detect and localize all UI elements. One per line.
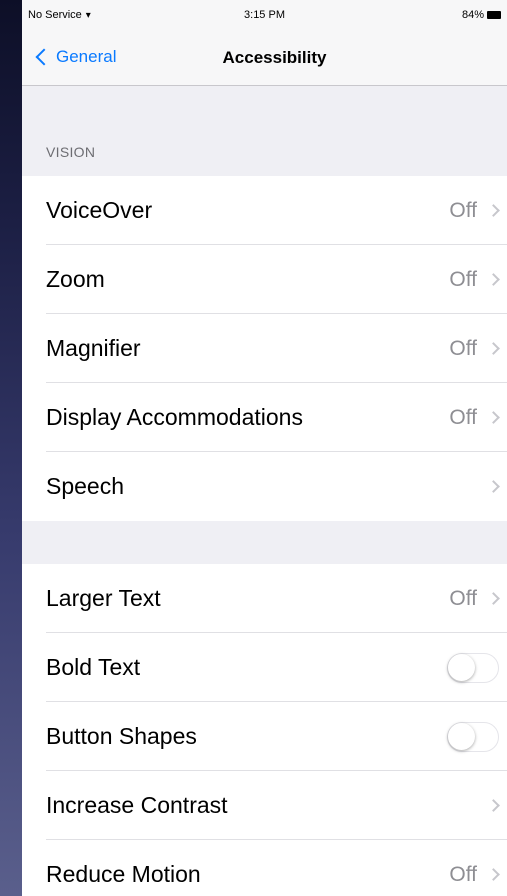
bold-text-toggle[interactable] (447, 652, 499, 683)
battery-percent: 84% (461, 9, 484, 21)
row-magnifier[interactable]: Magnifier Off (22, 314, 507, 383)
row-button-shapes: Button Shapes (22, 702, 507, 771)
button-shapes-toggle[interactable] (447, 721, 499, 752)
row-label: Zoom (46, 266, 105, 292)
vision-group: VoiceOver Off Zoom Off Magnifier Off Dis… (22, 176, 507, 521)
page-title: Accessibility (222, 48, 327, 67)
chevron-right-icon (487, 799, 500, 812)
row-bold-text: Bold Text (22, 633, 507, 702)
row-speech[interactable]: Speech (22, 452, 507, 521)
row-label: Larger Text (46, 585, 161, 611)
row-label: VoiceOver (46, 197, 153, 223)
row-zoom[interactable]: Zoom Off (22, 245, 507, 314)
row-label: Reduce Motion (46, 861, 201, 887)
navigation-bar: General Accessibility (22, 30, 507, 86)
row-value: Off (449, 336, 477, 360)
chevron-right-icon (487, 868, 500, 881)
row-reduce-motion[interactable]: Reduce Motion Off (22, 840, 507, 896)
row-label: Bold Text (46, 654, 141, 680)
row-value: Off (449, 267, 477, 291)
chevron-right-icon (487, 342, 500, 355)
row-value: Off (449, 405, 477, 429)
row-value: Off (449, 198, 477, 222)
toggle-knob (448, 653, 475, 681)
chevron-right-icon (487, 204, 500, 217)
chevron-right-icon (487, 480, 500, 493)
toggle-knob (448, 722, 475, 750)
chevron-right-icon (487, 273, 500, 286)
battery-icon (487, 11, 501, 19)
status-time: 3:15 PM (244, 9, 285, 21)
row-voiceover[interactable]: VoiceOver Off (22, 176, 507, 245)
row-label: Button Shapes (46, 723, 197, 749)
row-increase-contrast[interactable]: Increase Contrast (22, 771, 507, 840)
row-label: Increase Contrast (46, 792, 228, 818)
phone-screen: No Service ▾ 3:15 PM 84% General Accessi… (22, 0, 507, 896)
status-bar: No Service ▾ 3:15 PM 84% (22, 0, 507, 30)
chevron-right-icon (487, 411, 500, 424)
row-value: Off (449, 862, 477, 886)
row-display-accommodations[interactable]: Display Accommodations Off (22, 383, 507, 452)
chevron-right-icon (487, 592, 500, 605)
row-larger-text[interactable]: Larger Text Off (22, 564, 507, 633)
text-group: Larger Text Off Bold Text Button Shapes … (22, 564, 507, 896)
row-label: Speech (46, 473, 125, 499)
row-label: Display Accommodations (46, 404, 303, 430)
row-value: Off (449, 586, 477, 610)
row-label: Magnifier (46, 335, 141, 361)
section-header-vision: VISION (46, 144, 96, 160)
